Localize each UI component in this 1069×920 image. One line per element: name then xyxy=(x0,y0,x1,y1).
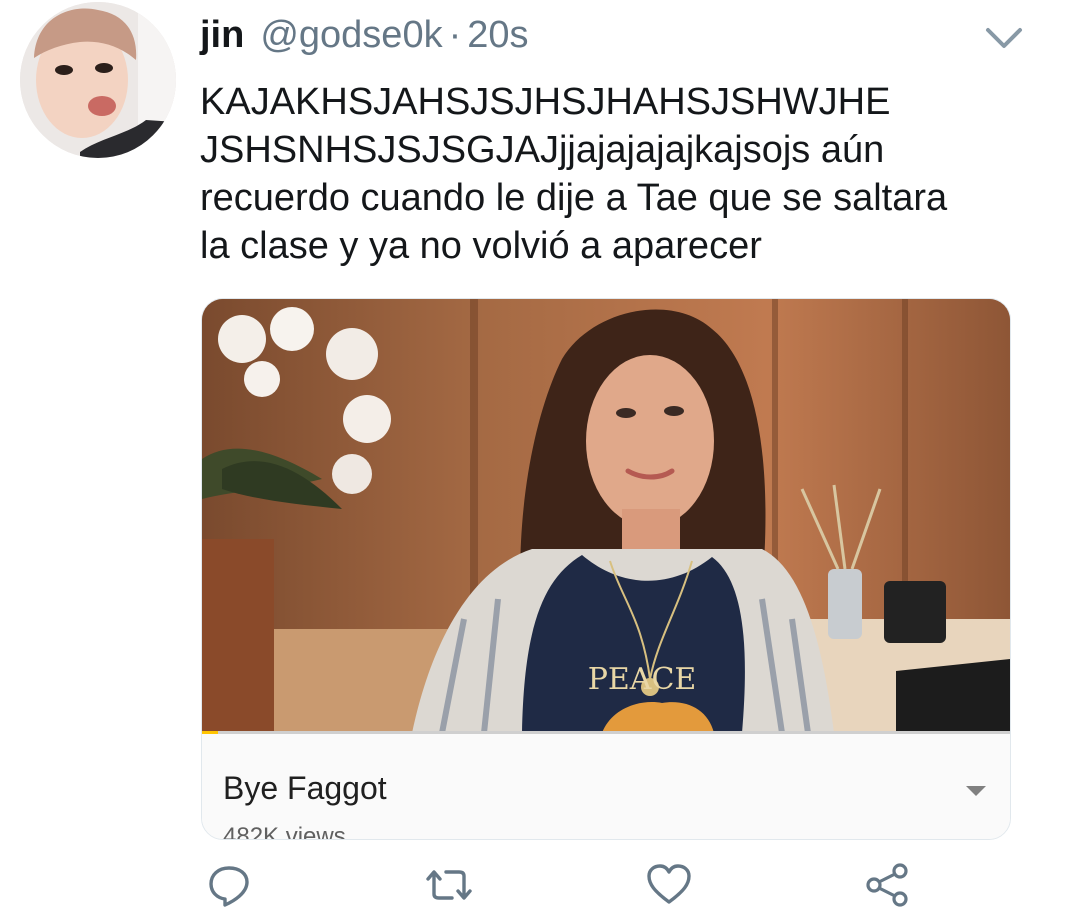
share-button[interactable] xyxy=(862,860,912,910)
author-name[interactable]: jin xyxy=(200,10,244,60)
like-button[interactable] xyxy=(644,860,694,910)
avatar-image xyxy=(20,2,176,158)
tweet-header: jin @godse0k · 20s xyxy=(200,10,529,60)
shirt-text: PEACE xyxy=(588,662,697,697)
reply-icon xyxy=(209,866,249,907)
video-thumbnail: PEACE xyxy=(202,299,1010,733)
author-handle[interactable]: @godse0k xyxy=(260,10,442,60)
video-view-count: 482K views xyxy=(223,823,346,840)
video-player[interactable]: PEACE xyxy=(202,299,1010,733)
reply-button[interactable] xyxy=(204,860,254,910)
share-icon xyxy=(866,863,908,907)
tweet-text-line: KAJAKHSJAHSJSJHSJHAHSJSHWJHE xyxy=(200,81,891,123)
retweet-icon xyxy=(426,870,472,900)
tweet-timestamp[interactable]: 20s xyxy=(467,10,528,60)
heart-icon xyxy=(647,864,691,904)
avatar[interactable] xyxy=(20,2,176,158)
tweet-text: KAJAKHSJAHSJSJHSJHAHSJSHWJHE JSHSNHSJSJS… xyxy=(200,78,1050,270)
expand-dropdown-icon[interactable] xyxy=(964,784,988,798)
video-title[interactable]: Bye Faggot xyxy=(223,768,387,808)
chevron-down-icon[interactable] xyxy=(982,20,1026,56)
header-separator: · xyxy=(448,14,462,56)
tweet-text-line: recuerdo cuando le dije a Tae que se sal… xyxy=(200,177,948,219)
retweet-button[interactable] xyxy=(424,860,474,910)
tweet-text-line: JSHSNHSJSJSGJAJjjajajajajkajsojs aún xyxy=(200,129,885,171)
tweet-action-bar xyxy=(0,860,1069,916)
video-meta[interactable]: Bye Faggot 482K views xyxy=(202,734,1010,839)
video-card[interactable]: PEACE Bye Faggot 482K views xyxy=(201,298,1011,840)
tweet-text-line: la clase y ya no volvió a aparecer xyxy=(200,225,762,267)
